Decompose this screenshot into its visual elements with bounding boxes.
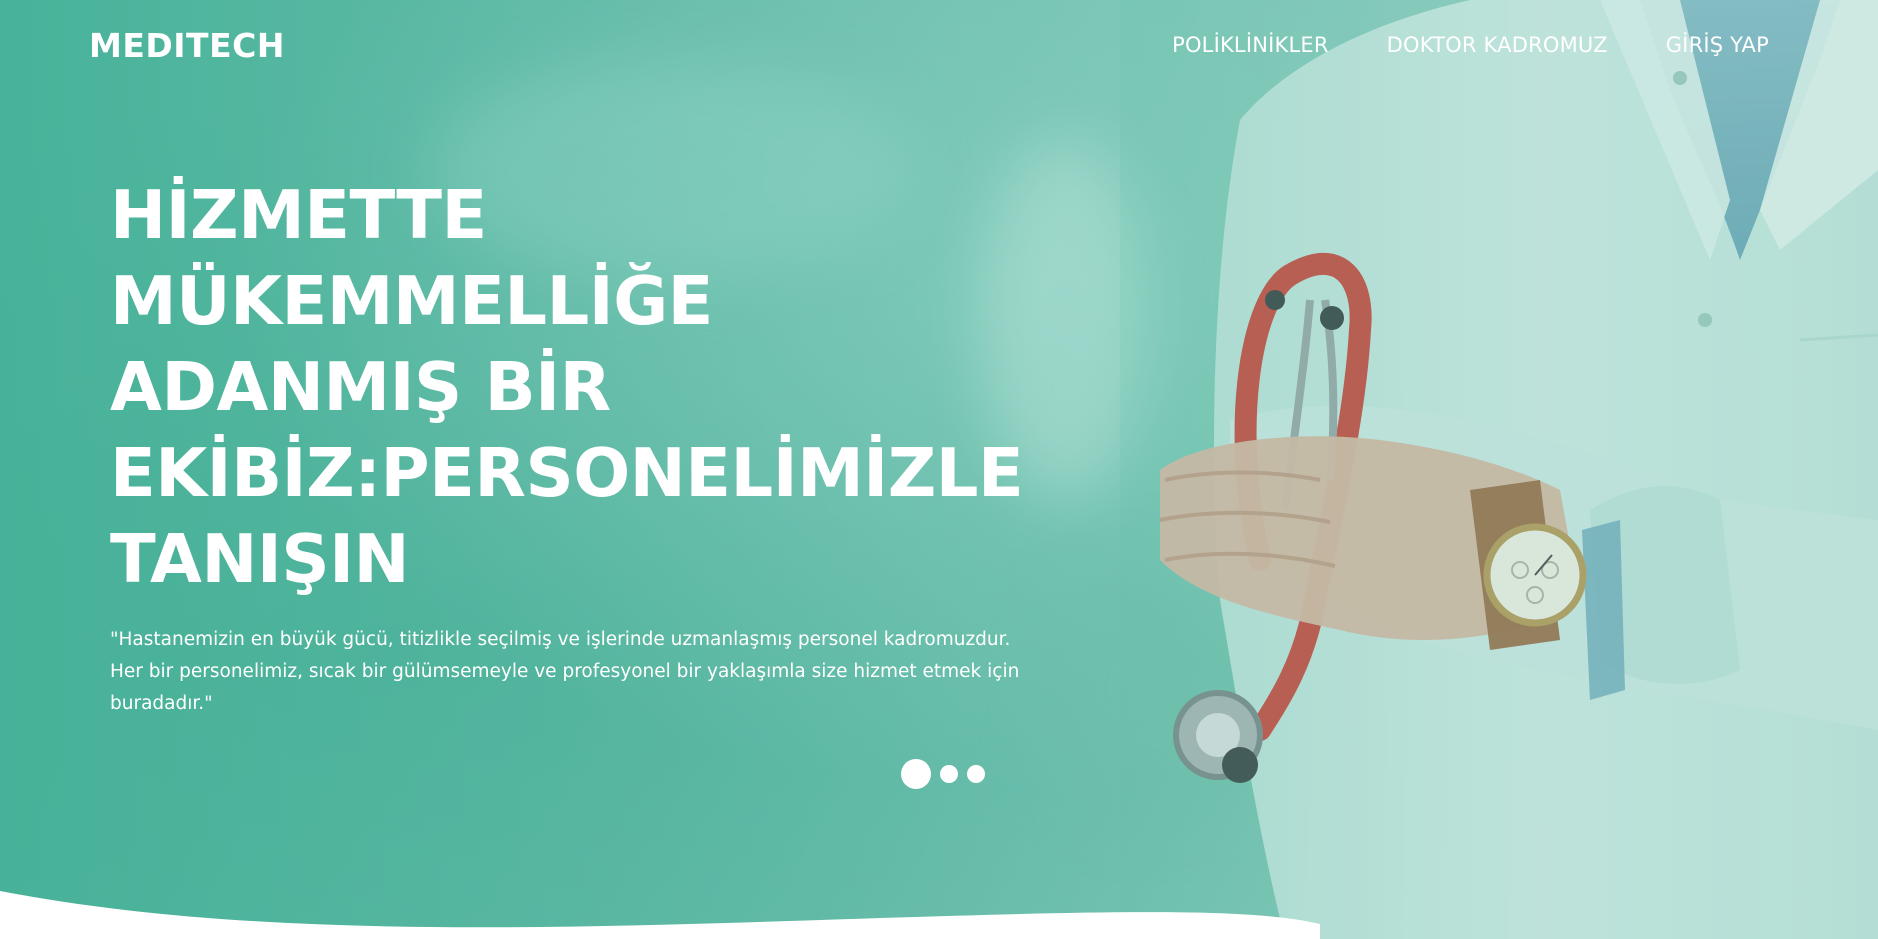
hero-headline: HİZMETTE MÜKEMMELLİĞE ADANMIŞ BİR EKİBİZ…	[110, 172, 1024, 602]
headline-line: TANIŞIN	[110, 520, 410, 598]
headline-line: HİZMETTE	[110, 176, 487, 254]
quote-line: Her bir personelimiz, sıcak bir gülümsem…	[110, 661, 1020, 682]
headline-line: ADANMIŞ BİR	[110, 348, 611, 426]
quote-line: buradadır."	[110, 693, 213, 714]
slider-dot-3[interactable]	[967, 765, 985, 783]
headline-line: MÜKEMMELLİĞE	[110, 262, 713, 340]
doctor-image	[1120, 0, 1878, 939]
slider-dot-2[interactable]	[940, 765, 958, 783]
quote-line: "Hastanemizin en büyük gücü, titizlikle …	[110, 629, 1011, 650]
hero-section: MEDITECH POLİKLİNİKLER DOKTOR KADROMUZ G…	[0, 0, 1878, 939]
slider-dot-1[interactable]	[901, 759, 931, 789]
headline-line: EKİBİZ:PERSONELİMİZLE	[110, 434, 1024, 512]
slider-dots	[901, 759, 985, 789]
brand-logo[interactable]: MEDITECH	[89, 26, 285, 65]
bottom-wave	[0, 891, 1320, 939]
top-navbar: MEDITECH POLİKLİNİKLER DOKTOR KADROMUZ G…	[0, 0, 1878, 92]
nav-link-giris-yap[interactable]: GİRİŞ YAP	[1666, 33, 1769, 57]
main-menu: POLİKLİNİKLER DOKTOR KADROMUZ GİRİŞ YAP	[1172, 33, 1769, 57]
nav-link-doktor-kadromuz[interactable]: DOKTOR KADROMUZ	[1387, 33, 1608, 57]
nav-link-poliklinikler[interactable]: POLİKLİNİKLER	[1172, 33, 1329, 57]
hero-quote: "Hastanemizin en büyük gücü, titizlikle …	[110, 624, 1040, 720]
